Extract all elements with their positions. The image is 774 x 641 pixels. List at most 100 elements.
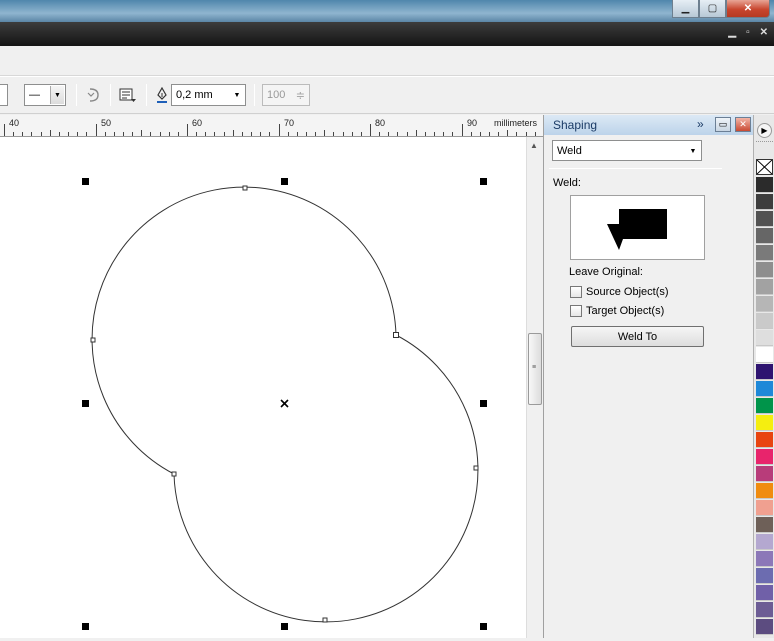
ruler-tick: [58, 132, 60, 136]
outline-width-dropdown[interactable]: 0,2 mm ▼: [171, 84, 246, 106]
node-handle: [171, 471, 177, 477]
ruler-tick: [324, 130, 326, 136]
color-swatch[interactable]: [756, 602, 773, 618]
ruler-tick: [196, 132, 198, 136]
welded-shape-drawing[interactable]: [0, 137, 526, 638]
ruler-tick: [525, 132, 527, 136]
color-swatch[interactable]: [756, 177, 773, 193]
ruler-tick: [68, 132, 70, 136]
ruler-tick: [77, 132, 79, 136]
ruler-tick: [360, 132, 362, 136]
ruler-tick: [434, 132, 436, 136]
ruler-tick: [232, 130, 234, 136]
toolbar-separator: [110, 84, 111, 106]
color-swatch[interactable]: [756, 381, 773, 397]
horizontal-ruler[interactable]: 40 50 60 70 80 90 millimeters: [0, 115, 543, 137]
wrap-icon[interactable]: [118, 86, 138, 104]
target-objects-label: Target Object(s): [586, 305, 665, 317]
color-swatch[interactable]: [756, 517, 773, 533]
source-objects-option[interactable]: Source Object(s): [570, 286, 669, 298]
color-swatch[interactable]: [756, 466, 773, 482]
ruler-tick: [333, 132, 335, 136]
color-swatch[interactable]: [756, 330, 773, 346]
color-swatch[interactable]: [756, 262, 773, 278]
toolbar-area: [0, 46, 774, 76]
ruler-tick: [287, 132, 289, 136]
color-swatch[interactable]: [756, 398, 773, 414]
ruler-tick: [187, 124, 188, 136]
ruler-label: 60: [192, 118, 203, 128]
vertical-scrollbar[interactable]: ▲ ≡: [526, 137, 543, 638]
node-count-field[interactable]: 100 ≑: [262, 84, 310, 106]
source-objects-checkbox[interactable]: [570, 286, 582, 298]
ruler-tick: [305, 132, 307, 136]
ruler-tick: [278, 124, 280, 136]
color-swatch[interactable]: [756, 245, 773, 261]
minimize-button[interactable]: ▁: [672, 0, 699, 18]
ruler-unit-label: millimeters: [494, 118, 538, 128]
color-swatch[interactable]: [756, 313, 773, 329]
ruler-label: 70: [284, 118, 295, 128]
color-swatch[interactable]: [756, 279, 773, 295]
weld-preview-icon: [607, 209, 667, 250]
node-count-value: 100: [267, 89, 286, 101]
ruler-tick: [13, 132, 15, 136]
document-close-button[interactable]: ✕: [760, 27, 768, 38]
node-handle: [393, 332, 399, 338]
color-swatch[interactable]: [756, 619, 773, 635]
nudge-icon: ≑: [295, 89, 305, 102]
outline-style-value: —: [29, 89, 40, 101]
expand-docker-icon[interactable]: »: [697, 117, 704, 131]
document-minimize-button[interactable]: ▁: [728, 27, 736, 38]
previous-combo-edge[interactable]: [0, 84, 8, 106]
color-swatch[interactable]: [756, 568, 773, 584]
close-button[interactable]: ✕: [726, 0, 770, 18]
color-swatch[interactable]: [756, 194, 773, 210]
color-swatch[interactable]: [756, 449, 773, 465]
node-handle: [90, 337, 96, 343]
ruler-tick: [424, 132, 426, 136]
outline-pen-icon: [152, 86, 172, 104]
palette-scroll-up-icon[interactable]: ▶: [757, 123, 772, 138]
restore-button[interactable]: ▢: [699, 0, 726, 18]
color-swatch[interactable]: [756, 228, 773, 244]
drawing-canvas[interactable]: [0, 137, 526, 638]
ruler-tick: [113, 132, 115, 136]
color-swatch[interactable]: [756, 432, 773, 448]
color-swatch[interactable]: [756, 483, 773, 499]
ruler-tick: [379, 132, 381, 136]
document-restore-button[interactable]: ▫: [746, 27, 750, 38]
scrollbar-thumb[interactable]: ≡: [528, 333, 542, 405]
target-objects-option[interactable]: Target Object(s): [570, 305, 664, 317]
color-swatch[interactable]: [756, 500, 773, 516]
color-swatch[interactable]: [756, 415, 773, 431]
color-swatch[interactable]: [756, 211, 773, 227]
selection-handle: [82, 400, 89, 407]
docker-close-button[interactable]: ✕: [735, 117, 751, 132]
color-swatch[interactable]: [756, 551, 773, 567]
ruler-tick: [141, 130, 143, 136]
docker-title: Shaping: [553, 118, 598, 132]
ruler-tick: [159, 132, 161, 136]
color-swatch[interactable]: [756, 534, 773, 550]
ruler-tick: [223, 132, 225, 136]
no-fill-swatch[interactable]: [756, 159, 773, 175]
docker-minimize-button[interactable]: ▭: [715, 117, 731, 132]
divider: [549, 168, 722, 169]
ruler-tick: [49, 130, 51, 136]
scroll-up-icon[interactable]: ▲: [530, 141, 538, 150]
color-swatch[interactable]: [756, 585, 773, 601]
shaping-operation-dropdown[interactable]: Weld ▼: [552, 140, 702, 161]
ruler-tick: [177, 132, 179, 136]
color-swatch[interactable]: [756, 347, 773, 363]
ruler-tick: [251, 132, 253, 136]
weld-to-button[interactable]: Weld To: [571, 326, 704, 347]
reverse-direction-icon[interactable]: [83, 86, 103, 104]
node-handle: [473, 465, 479, 471]
color-swatch[interactable]: [756, 364, 773, 380]
color-swatch[interactable]: [756, 296, 773, 312]
ruler-tick: [516, 132, 518, 136]
ruler-tick: [370, 124, 371, 136]
target-objects-checkbox[interactable]: [570, 305, 582, 317]
outline-style-dropdown[interactable]: — ▼: [24, 84, 66, 106]
